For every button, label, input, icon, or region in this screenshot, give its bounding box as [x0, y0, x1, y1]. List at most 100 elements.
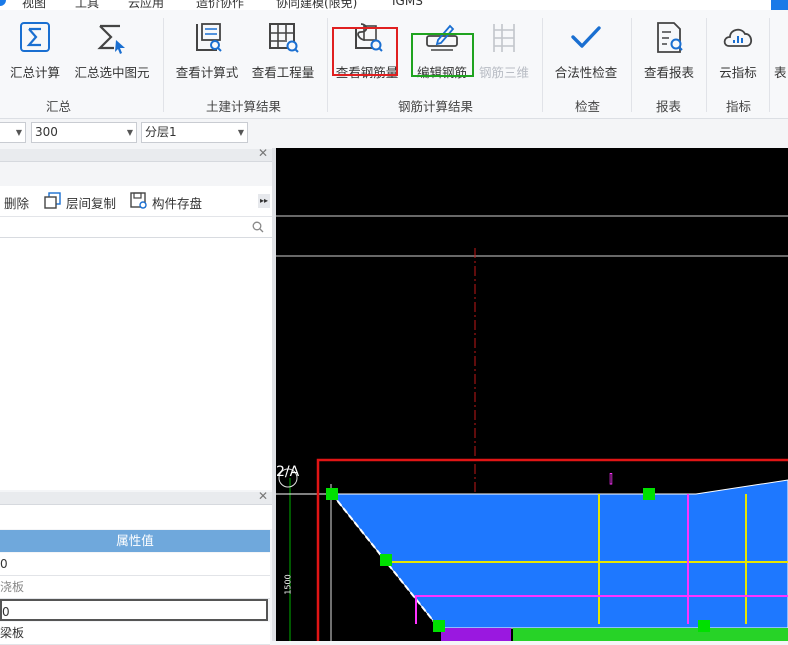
save-component-button[interactable]: 构件存盘: [152, 193, 202, 212]
ribbon-divider: [163, 18, 164, 112]
property-value-header: 属性值: [0, 530, 270, 552]
view-formula-button[interactable]: 查看计算式: [172, 14, 242, 88]
property-value: 0: [0, 557, 8, 571]
value-combo[interactable]: 300 ▼: [31, 122, 137, 143]
legality-check-button[interactable]: 合法性检查: [548, 14, 624, 88]
view-report-button[interactable]: 查看报表: [638, 14, 700, 88]
dimension-text: 1500: [283, 574, 293, 595]
secondary-toolbar: ▼ 300 ▼ 分层1 ▼: [0, 119, 788, 147]
sigma-calc-icon: [20, 22, 50, 52]
value-combo-text: 300: [35, 125, 58, 139]
view-rebar-qty-label: 查看钢筋量: [335, 65, 399, 80]
formula-icon: [196, 23, 222, 52]
cad-drawing[interactable]: ⫿: [276, 148, 788, 641]
grip-handle: [380, 554, 392, 566]
axis-label-text: 2/A: [276, 464, 300, 480]
property-row[interactable]: 浇板: [0, 576, 270, 599]
view-quantity-button[interactable]: 查看工程量: [248, 14, 318, 88]
group-label-index: 指标: [726, 99, 752, 114]
menu-collab-modeling[interactable]: 协同建模(限免): [276, 0, 357, 10]
sum-calc-button[interactable]: 汇总计算: [4, 14, 66, 88]
marker-text: ⫿: [609, 472, 613, 486]
grip-handle: [433, 620, 445, 632]
beam-fill-purple: [441, 628, 511, 641]
quantity-grid-icon: [269, 23, 299, 53]
menu-tools[interactable]: 工具: [75, 0, 99, 10]
rebar-3d-button[interactable]: 钢筋三维: [474, 14, 534, 88]
floor-combo[interactable]: 分层1 ▼: [141, 122, 248, 143]
group-label-summary: 汇总: [46, 99, 72, 114]
cut-off-button[interactable]: 表: [774, 14, 788, 88]
view-report-label: 查看报表: [643, 65, 694, 80]
save-component-icon: [130, 192, 147, 209]
group-label-check: 检查: [575, 99, 601, 114]
cloud-chart-icon: [723, 28, 753, 47]
checkmark-icon: [571, 26, 601, 48]
menu-cloud[interactable]: 云应用: [128, 0, 164, 10]
property-row[interactable]: 梁板: [0, 622, 270, 645]
ribbon-divider: [631, 18, 632, 112]
ribbon-divider: [769, 18, 770, 112]
ribbon-divider: [327, 18, 328, 112]
chevron-down-icon: ▼: [126, 128, 133, 137]
menu-view[interactable]: 视图: [22, 0, 46, 10]
property-value: 梁板: [0, 626, 25, 640]
group-label-civil: 土建计算结果: [206, 99, 282, 114]
property-panel-title: [0, 505, 272, 529]
menu-bar: 视图 工具 云应用 造价协作 协同建模(限免) IGMS: [0, 0, 788, 10]
property-row-editing[interactable]: 0: [0, 599, 268, 621]
close-icon[interactable]: ✕: [258, 146, 268, 160]
view-quantity-label: 查看工程量: [251, 65, 315, 80]
report-icon: [657, 22, 683, 53]
close-icon[interactable]: ✕: [258, 489, 268, 503]
beam-fill-green: [513, 628, 788, 641]
group-label-rebar: 钢筋计算结果: [398, 99, 474, 114]
component-toolbar: 删除 层间复制 构件存盘 ▸▸: [0, 186, 272, 217]
slab-shape: [330, 479, 788, 629]
grip-handle: [698, 620, 710, 632]
component-panel-header: ✕: [0, 146, 272, 162]
copy-floor-icon: [44, 192, 61, 209]
rebar-quantity-icon: [355, 23, 383, 52]
ribbon-divider: [706, 18, 707, 112]
view-formula-label: 查看计算式: [175, 65, 239, 80]
rebar-3d-icon: [493, 24, 515, 52]
cut-off-label: 表: [774, 65, 787, 80]
group-label-report: 报表: [656, 99, 682, 114]
grip-handle: [643, 488, 655, 500]
edit-rebar-label: 编辑钢筋: [416, 65, 467, 80]
menu-cost-collab[interactable]: 造价协作: [196, 0, 244, 10]
cloud-index-button[interactable]: 云指标: [712, 14, 764, 88]
ribbon-divider: [542, 18, 543, 112]
ribbon: 汇总计算 汇总选中图元 查看计算式 查看工程量 查看钢筋量 编辑钢筋 钢筋三维 …: [0, 10, 788, 119]
edit-pencil-icon: [426, 24, 458, 51]
floor-combo-text: 分层1: [145, 125, 177, 139]
copy-floor-button[interactable]: 层间复制: [66, 193, 116, 212]
combo-cut[interactable]: ▼: [0, 122, 26, 143]
sigma-select-icon: [97, 24, 125, 54]
delete-button[interactable]: 删除: [4, 193, 29, 212]
component-panel-title: [0, 162, 272, 186]
component-list[interactable]: [0, 238, 272, 490]
component-search[interactable]: [0, 217, 272, 238]
cloud-index-label: 云指标: [719, 65, 757, 80]
app-logo-icon: [0, 0, 6, 6]
more-arrow-icon[interactable]: ▸▸: [258, 194, 270, 208]
chevron-down-icon: ▼: [15, 128, 22, 137]
property-row[interactable]: 0: [0, 553, 270, 576]
view-rebar-qty-button[interactable]: 查看钢筋量: [333, 14, 401, 88]
property-value: 0: [2, 605, 10, 619]
search-icon: [252, 221, 264, 233]
menu-igms[interactable]: IGMS: [392, 0, 423, 8]
property-value: 浇板: [0, 580, 25, 594]
legality-check-label: 合法性检查: [554, 65, 618, 80]
sum-calc-label: 汇总计算: [9, 65, 60, 80]
drawing-canvas[interactable]: ⫿ 2/A 1500: [276, 148, 788, 641]
sum-selected-label: 汇总选中图元: [74, 65, 150, 80]
edit-rebar-button[interactable]: 编辑钢筋: [410, 14, 474, 88]
rebar-3d-label: 钢筋三维: [478, 65, 529, 80]
sum-selected-button[interactable]: 汇总选中图元: [70, 14, 154, 88]
grip-handle: [326, 488, 338, 500]
property-panel-header: ✕: [0, 489, 272, 505]
chevron-down-icon: ▼: [237, 128, 244, 137]
